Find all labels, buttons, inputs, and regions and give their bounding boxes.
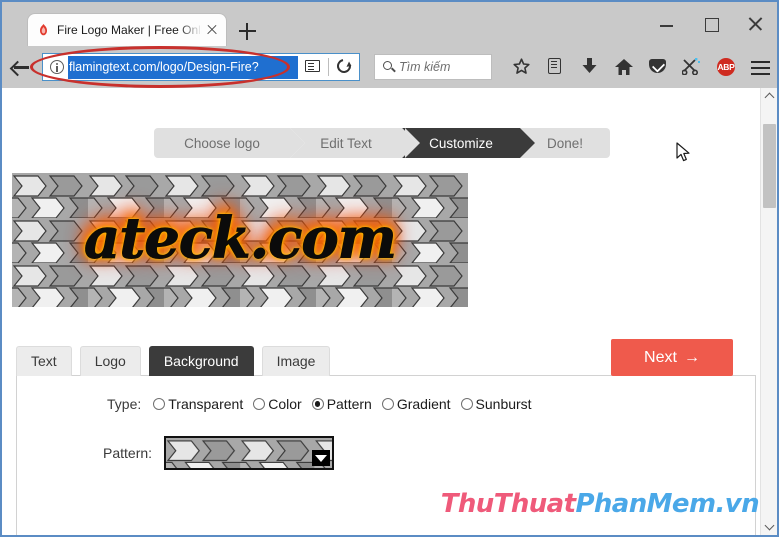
pattern-label: Pattern: bbox=[103, 445, 153, 461]
home-icon[interactable] bbox=[606, 52, 640, 82]
library-icon[interactable] bbox=[538, 52, 572, 82]
radio-sunburst[interactable]: Sunburst bbox=[460, 396, 532, 412]
menu-icon[interactable] bbox=[742, 52, 776, 82]
browser-tab[interactable]: Fire Logo Maker | Free Onlin bbox=[28, 14, 226, 46]
download-icon[interactable] bbox=[572, 52, 606, 82]
logo-text: ateck.com bbox=[84, 205, 398, 272]
step-label: Choose logo bbox=[184, 135, 260, 151]
close-icon[interactable] bbox=[204, 22, 220, 38]
radio-label: Sunburst bbox=[475, 396, 532, 412]
tab-background[interactable]: Background bbox=[148, 346, 254, 376]
radio-label: Color bbox=[268, 396, 302, 412]
pocket-icon[interactable] bbox=[640, 52, 674, 82]
step-choose-logo[interactable]: Choose logo bbox=[154, 128, 308, 158]
scroll-up-icon[interactable] bbox=[761, 88, 777, 105]
browser-window: Fire Logo Maker | Free Onlin flamingtext… bbox=[0, 0, 779, 537]
arrow-right-icon: → bbox=[683, 348, 700, 366]
star-icon[interactable] bbox=[504, 52, 538, 82]
radio-icon[interactable] bbox=[253, 398, 266, 410]
screenshot-icon[interactable] bbox=[674, 52, 708, 82]
tab-image[interactable]: Image bbox=[261, 346, 331, 376]
address-bar-icons bbox=[298, 54, 359, 80]
info-icon[interactable] bbox=[46, 59, 68, 75]
scrollbar-thumb[interactable] bbox=[763, 124, 776, 208]
watermark-part2: PhanMem.vn bbox=[575, 489, 759, 519]
reader-mode-icon[interactable] bbox=[298, 54, 328, 80]
adblock-plus-icon[interactable]: ABP bbox=[708, 52, 742, 82]
chevron-down-icon[interactable] bbox=[312, 450, 331, 466]
search-icon bbox=[379, 59, 399, 75]
tab-strip: Fire Logo Maker | Free Onlin bbox=[2, 2, 777, 46]
editor-tabs: Text Logo Background Image bbox=[16, 346, 331, 376]
radio-pattern[interactable]: Pattern bbox=[311, 396, 372, 412]
url-text[interactable]: flamingtext.com/logo/Design-Fire? bbox=[68, 55, 298, 79]
maximize-icon[interactable] bbox=[689, 2, 733, 46]
radio-icon-selected[interactable] bbox=[311, 398, 324, 410]
radio-gradient[interactable]: Gradient bbox=[381, 396, 451, 412]
tab-title: Fire Logo Maker | Free Onlin bbox=[57, 23, 202, 37]
minimize-icon[interactable] bbox=[645, 2, 689, 46]
address-bar[interactable]: flamingtext.com/logo/Design-Fire? bbox=[42, 53, 360, 81]
search-placeholder: Tìm kiếm bbox=[399, 60, 451, 74]
watermark: ThuThuatPhanMem.vn bbox=[440, 489, 760, 519]
radio-color[interactable]: Color bbox=[253, 396, 302, 412]
radio-icon[interactable] bbox=[153, 398, 166, 410]
adblock-label: ABP bbox=[717, 58, 735, 76]
mouse-cursor bbox=[676, 142, 690, 162]
scroll-down-icon[interactable] bbox=[761, 518, 777, 535]
pattern-select[interactable] bbox=[164, 436, 335, 470]
back-arrow-icon bbox=[11, 61, 29, 73]
window-close-icon[interactable] bbox=[733, 2, 777, 46]
navigation-toolbar: flamingtext.com/logo/Design-Fire? Tìm ki… bbox=[2, 46, 777, 88]
wizard-steps: Choose logo Edit Text Customize Done! bbox=[154, 128, 610, 158]
type-row: Type: Transparent Color Pattern Gradient bbox=[107, 396, 542, 412]
step-label: Done! bbox=[546, 135, 584, 151]
step-label: Edit Text bbox=[320, 135, 372, 151]
search-input[interactable]: Tìm kiếm bbox=[374, 54, 492, 80]
back-button[interactable] bbox=[2, 48, 40, 86]
tab-label: Background bbox=[163, 353, 239, 369]
next-button[interactable]: Next → bbox=[611, 339, 733, 376]
page-viewport: Choose logo Edit Text Customize Done! at… bbox=[2, 88, 777, 535]
step-label: Customize bbox=[429, 135, 493, 151]
tab-label: Logo bbox=[94, 353, 126, 369]
tab-logo[interactable]: Logo bbox=[79, 346, 141, 376]
radio-transparent[interactable]: Transparent bbox=[153, 396, 243, 412]
radio-label: Gradient bbox=[396, 396, 451, 412]
radio-label: Pattern bbox=[326, 396, 372, 412]
next-button-label: Next bbox=[644, 348, 677, 366]
pattern-row: Pattern: bbox=[103, 436, 335, 470]
radio-label: Transparent bbox=[168, 396, 244, 412]
type-label: Type: bbox=[107, 396, 142, 412]
reload-icon[interactable] bbox=[329, 54, 359, 80]
radio-icon[interactable] bbox=[460, 398, 473, 410]
tab-label: Image bbox=[276, 353, 316, 369]
page-scrollbar[interactable] bbox=[760, 88, 777, 535]
tab-text[interactable]: Text bbox=[16, 346, 72, 376]
new-tab-button[interactable] bbox=[234, 19, 260, 43]
logo-preview[interactable]: ateck.com bbox=[12, 173, 468, 307]
toolbar-icons: ABP bbox=[504, 52, 776, 82]
window-controls bbox=[645, 2, 777, 46]
pattern-swatch bbox=[166, 438, 332, 468]
radio-icon[interactable] bbox=[381, 398, 394, 410]
flame-favicon bbox=[36, 23, 51, 38]
tab-label: Text bbox=[31, 353, 57, 369]
watermark-part1: ThuThuat bbox=[440, 489, 576, 519]
